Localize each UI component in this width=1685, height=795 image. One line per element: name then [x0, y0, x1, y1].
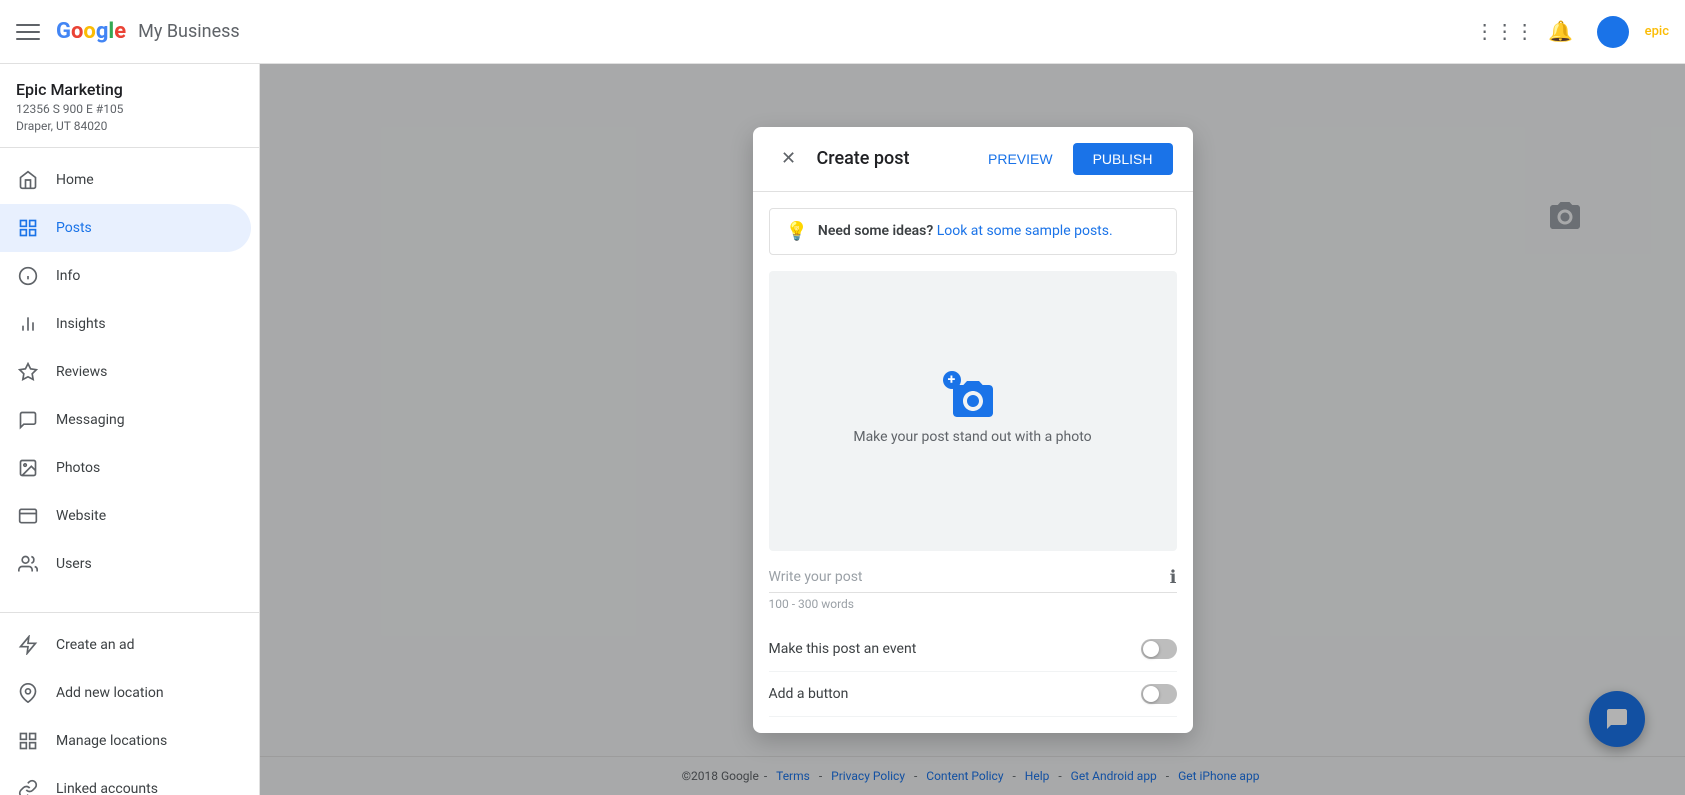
topbar: Google My Business ⋮⋮⋮ 🔔 epic [0, 0, 1685, 64]
button-toggle-label: Add a button [769, 686, 849, 702]
create-ad-icon [16, 633, 40, 657]
sidebar-item-posts-label: Posts [56, 220, 92, 236]
write-post-placeholder[interactable]: Write your post [769, 569, 1170, 585]
website-icon [16, 504, 40, 528]
sidebar-item-info-label: Info [56, 268, 80, 284]
sidebar-item-photos-label: Photos [56, 460, 100, 476]
write-post-row: Write your post ℹ [769, 567, 1177, 593]
business-info: Epic Marketing 12356 S 900 E #105 Draper… [0, 64, 259, 148]
home-icon [16, 168, 40, 192]
button-toggle[interactable] [1141, 684, 1177, 704]
menu-icon[interactable] [16, 20, 40, 44]
manage-locations-icon [16, 729, 40, 753]
sidebar-item-linked-accounts[interactable]: Linked accounts [0, 765, 251, 795]
ideas-banner: 💡 Need some ideas? Look at some sample p… [769, 208, 1177, 255]
sidebar-item-info[interactable]: Info [0, 252, 251, 300]
notifications-button[interactable]: 🔔 [1541, 12, 1581, 52]
sidebar-item-reviews-label: Reviews [56, 364, 107, 380]
business-address: 12356 S 900 E #105 Draper, UT 84020 [16, 101, 243, 135]
business-name: Epic Marketing [16, 80, 243, 99]
post-info-icon[interactable]: ℹ [1170, 567, 1177, 588]
sidebar-item-posts[interactable]: Posts [0, 204, 251, 252]
sidebar: Epic Marketing 12356 S 900 E #105 Draper… [0, 64, 260, 795]
bell-icon: 🔔 [1548, 19, 1573, 44]
user-avatar[interactable] [1597, 16, 1629, 48]
apps-icon: ⋮⋮⋮ [1475, 19, 1535, 44]
ideas-bold-text: Need some ideas? [818, 223, 933, 239]
modal-title: Create post [817, 148, 977, 169]
sidebar-item-insights[interactable]: Insights [0, 300, 251, 348]
reviews-icon [16, 360, 40, 384]
photos-icon [16, 456, 40, 480]
user-label: epic [1645, 24, 1669, 39]
sidebar-item-insights-label: Insights [56, 316, 106, 332]
camera-upload-icon: + [949, 377, 997, 417]
add-location-icon [16, 681, 40, 705]
sidebar-item-messaging-label: Messaging [56, 412, 125, 428]
sidebar-item-home-label: Home [56, 172, 94, 188]
sidebar-item-add-location-label: Add new location [56, 685, 164, 701]
sidebar-item-manage-locations-label: Manage locations [56, 733, 167, 749]
sidebar-item-users-label: Users [56, 556, 92, 572]
messaging-icon [16, 408, 40, 432]
sidebar-item-manage-locations[interactable]: Manage locations [0, 717, 251, 765]
insights-icon [16, 312, 40, 336]
event-toggle-row: Make this post an event [769, 627, 1177, 672]
lightbulb-icon: 💡 [786, 221, 808, 242]
main-layout: Epic Marketing 12356 S 900 E #105 Draper… [0, 64, 1685, 795]
nav-bottom: Create an ad Add new location Manage loc… [0, 612, 259, 795]
event-toggle-label: Make this post an event [769, 641, 917, 657]
sidebar-item-linked-accounts-label: Linked accounts [56, 781, 158, 795]
event-toggle[interactable] [1141, 639, 1177, 659]
create-post-modal: ✕ Create post PREVIEW PUBLISH 💡 Need som… [753, 127, 1193, 733]
sidebar-item-add-location[interactable]: Add new location [0, 669, 251, 717]
plus-badge: + [943, 371, 961, 389]
modal-overlay: ✕ Create post PREVIEW PUBLISH 💡 Need som… [260, 64, 1685, 795]
modal-close-button[interactable]: ✕ [773, 143, 805, 175]
preview-button[interactable]: PREVIEW [976, 143, 1065, 175]
sidebar-item-create-ad-label: Create an ad [56, 637, 135, 653]
photo-upload-label: Make your post stand out with a photo [853, 429, 1091, 445]
users-icon [16, 552, 40, 576]
sidebar-item-home[interactable]: Home [0, 156, 251, 204]
sidebar-item-users[interactable]: Users [0, 540, 251, 588]
button-toggle-knob [1143, 686, 1159, 702]
form-section: Write your post ℹ 100 - 300 words Make t… [753, 567, 1193, 733]
topbar-icons: ⋮⋮⋮ 🔔 epic [1485, 12, 1669, 52]
sidebar-item-website[interactable]: Website [0, 492, 251, 540]
sidebar-item-website-label: Website [56, 508, 106, 524]
photo-upload-area[interactable]: + Make your post stand out with a photo [769, 271, 1177, 551]
modal-header: ✕ Create post PREVIEW PUBLISH [753, 127, 1193, 192]
publish-button[interactable]: PUBLISH [1073, 143, 1173, 175]
sidebar-item-messaging[interactable]: Messaging [0, 396, 251, 444]
ideas-link[interactable]: Look at some sample posts. [937, 223, 1113, 239]
button-toggle-row: Add a button [769, 672, 1177, 717]
app-title: My Business [138, 21, 240, 42]
nav-items: Home Posts Info Insights [0, 148, 259, 596]
info-icon [16, 264, 40, 288]
sidebar-item-create-ad[interactable]: Create an ad [0, 621, 251, 669]
word-count-hint: 100 - 300 words [769, 597, 1177, 611]
sidebar-item-photos[interactable]: Photos [0, 444, 251, 492]
apps-button[interactable]: ⋮⋮⋮ [1485, 12, 1525, 52]
google-logo: Google [56, 19, 126, 44]
content-area: ✕ Create post PREVIEW PUBLISH 💡 Need som… [260, 64, 1685, 795]
sidebar-item-reviews[interactable]: Reviews [0, 348, 251, 396]
event-toggle-knob [1143, 641, 1159, 657]
posts-icon [16, 216, 40, 240]
linked-accounts-icon [16, 777, 40, 795]
